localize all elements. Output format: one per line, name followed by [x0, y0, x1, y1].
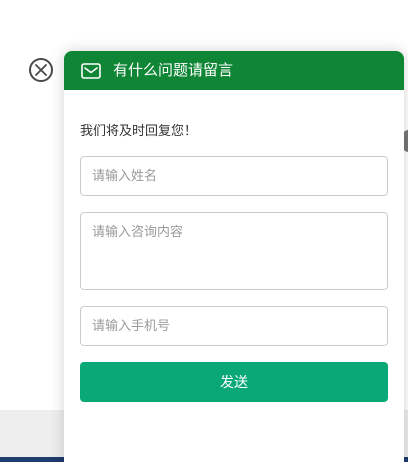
- mail-icon: [81, 62, 101, 79]
- reply-notice: 我们将及时回复您！: [80, 124, 198, 139]
- message-panel: 有什么问题请留言 我们将及时回复您！ 发送: [64, 51, 404, 462]
- close-button[interactable]: [29, 58, 53, 82]
- name-input[interactable]: [80, 156, 388, 196]
- panel-title: 有什么问题请留言: [113, 61, 234, 79]
- phone-input[interactable]: [80, 306, 388, 346]
- send-button[interactable]: 发送: [80, 362, 388, 402]
- panel-header: 有什么问题请留言: [64, 51, 404, 90]
- content-textarea[interactable]: [80, 212, 388, 290]
- close-icon: [35, 64, 47, 76]
